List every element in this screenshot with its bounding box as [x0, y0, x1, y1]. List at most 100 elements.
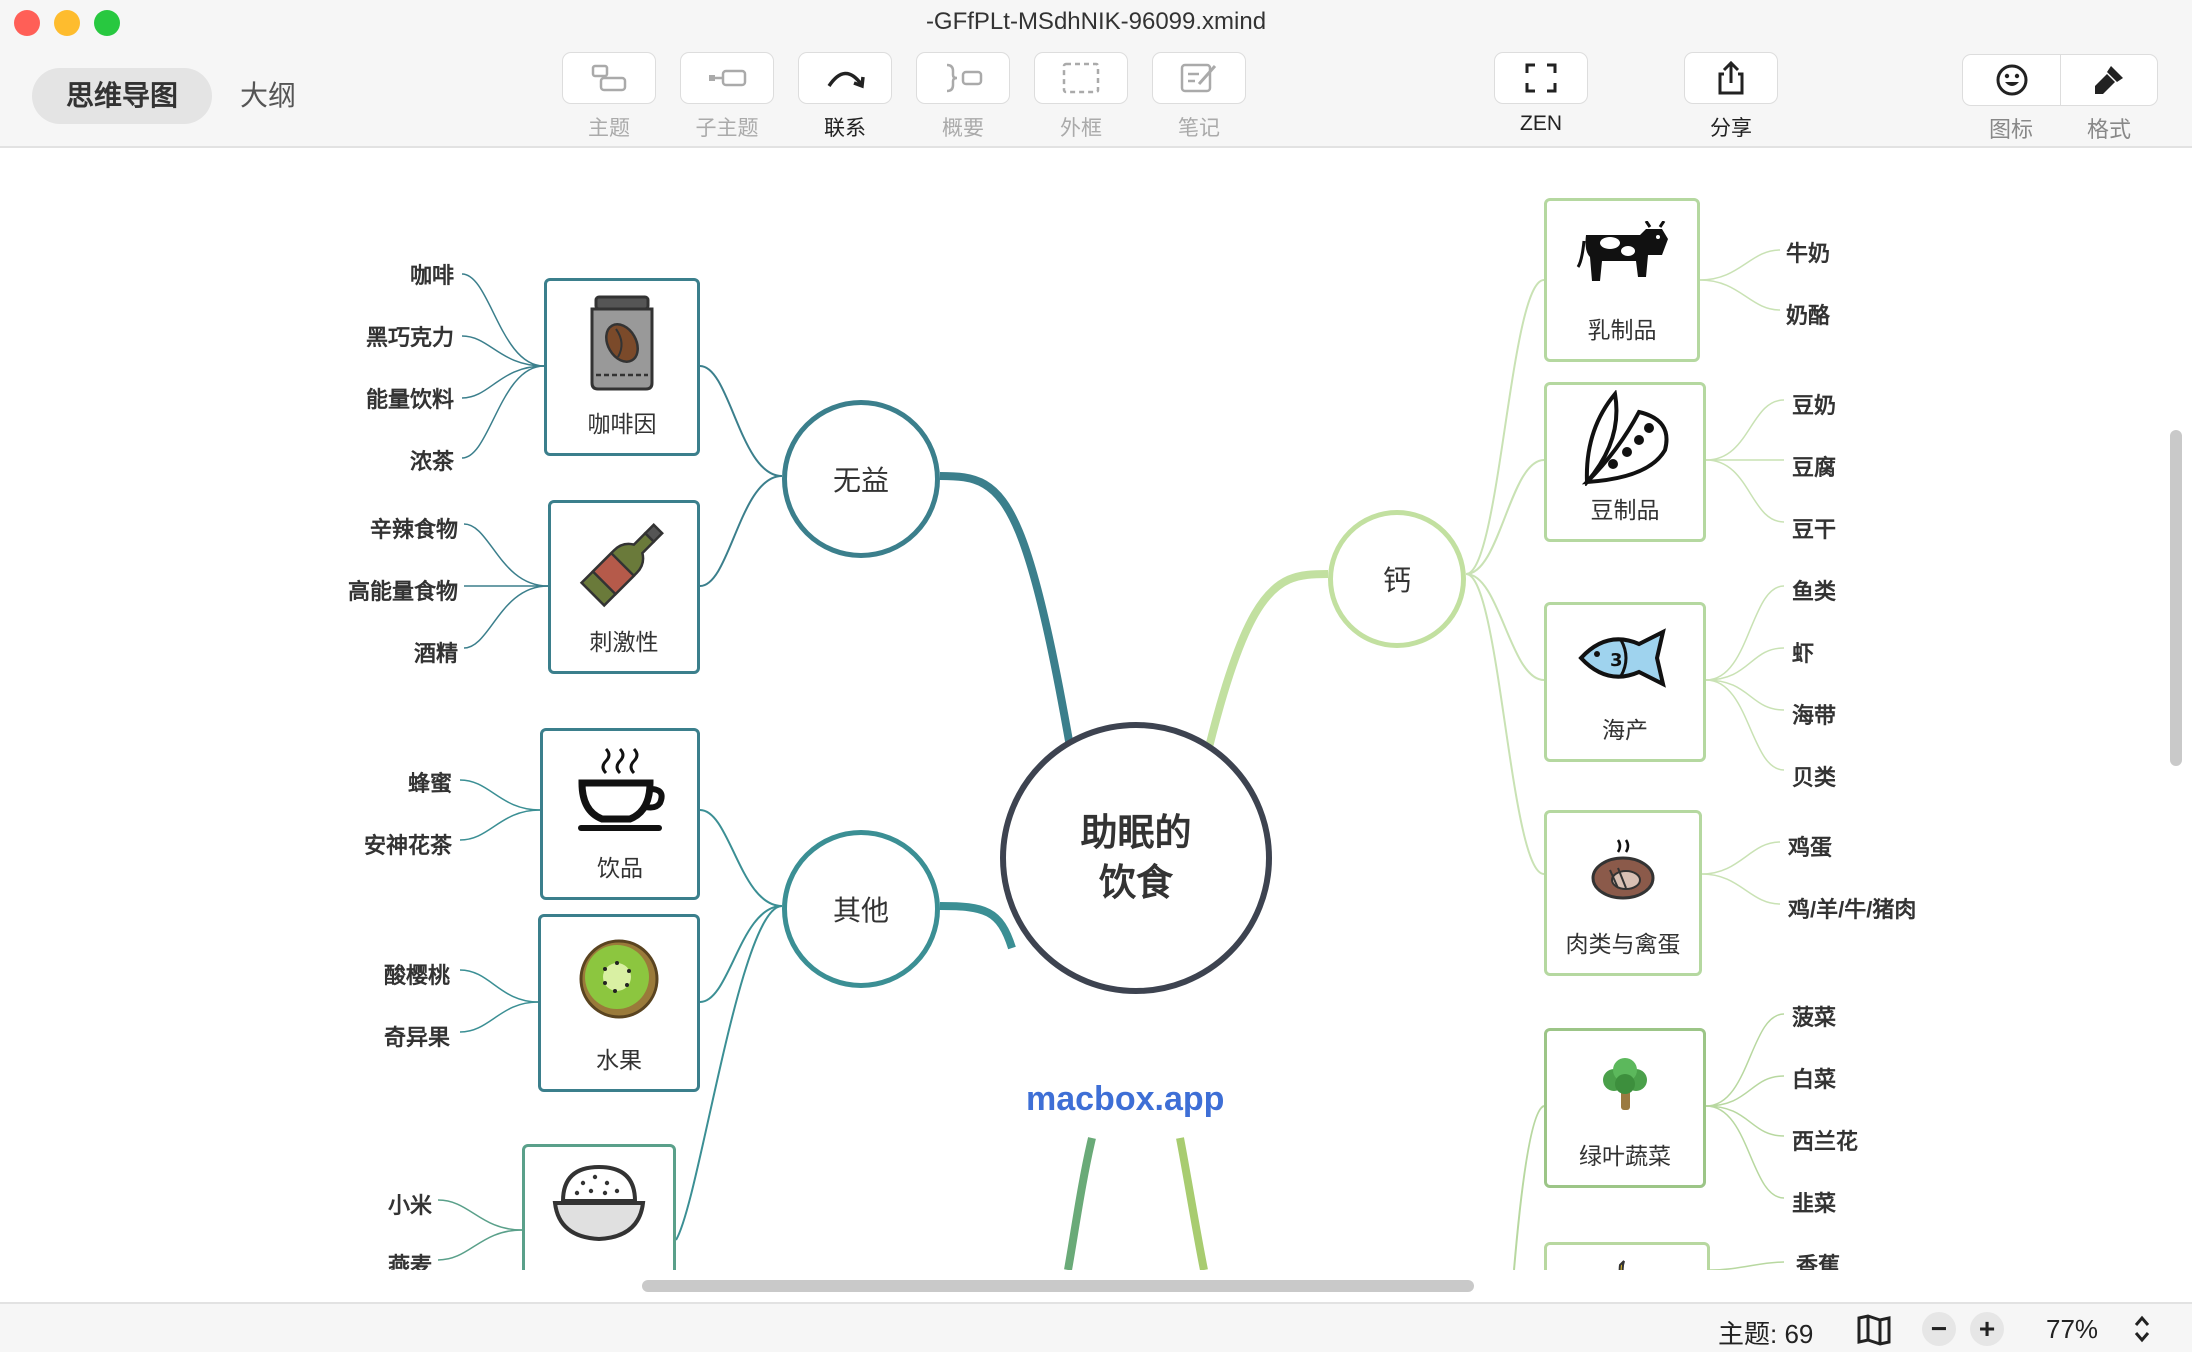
hot-cup-icon — [578, 747, 665, 831]
leaf-milk[interactable]: 牛奶 — [1786, 236, 1830, 268]
cow-icon — [1576, 221, 1668, 281]
summary-tool[interactable]: 概要 — [916, 52, 1010, 142]
topic-dairy[interactable]: 乳制品 — [1544, 198, 1700, 362]
zoom-stepper-icon[interactable] — [2132, 1312, 2152, 1346]
zoom-in-button[interactable]: + — [1970, 1312, 2004, 1346]
paintbrush-icon — [2095, 66, 2123, 94]
topic-seafood[interactable]: 3 海产 — [1544, 602, 1706, 762]
zen-tool[interactable]: ZEN — [1494, 52, 1588, 136]
topic-caffeine-label: 咖啡因 — [587, 411, 657, 437]
branch-calcium[interactable]: 钙 — [1328, 510, 1466, 648]
boundary-label: 外框 — [1060, 117, 1102, 140]
leaf-eggs[interactable]: 鸡蛋 — [1788, 830, 1832, 862]
leaf-oats[interactable]: 燕麦 — [374, 1248, 432, 1270]
fullscreen-icon — [1525, 63, 1557, 93]
leaf-high-energy-food[interactable]: 高能量食物 — [326, 574, 458, 606]
status-bar: 主题: 69 − + 77% — [0, 1302, 2192, 1352]
leaf-alcohol[interactable]: 酒精 — [400, 636, 458, 668]
relation-label: 联系 — [824, 117, 866, 140]
share-icon — [1718, 60, 1744, 95]
watermark: macbox.app — [1026, 1080, 1225, 1118]
leaf-meats[interactable]: 鸡/羊/牛/猪肉 — [1788, 892, 1916, 924]
subtopic-tool[interactable]: 子主题 — [680, 52, 774, 142]
leaf-broccoli[interactable]: 西兰花 — [1792, 1124, 1858, 1156]
topic-banana[interactable] — [1544, 1242, 1710, 1270]
leaf-fish[interactable]: 鱼类 — [1792, 574, 1836, 606]
leaf-tofu[interactable]: 豆腐 — [1792, 450, 1836, 482]
topic-button[interactable] — [562, 52, 656, 104]
wine-bottle-icon — [579, 523, 664, 608]
leaf-energy-drink[interactable]: 能量饮料 — [350, 382, 454, 414]
tab-mindmap[interactable]: 思维导图 — [32, 68, 213, 124]
central-topic[interactable]: 助眠的 饮食 — [1000, 722, 1272, 994]
app-window: -GFfPLt-MSdhNIK-96099.xmind 思维导图 大纲 主题 子… — [0, 0, 2192, 1352]
leaf-kelp[interactable]: 海带 — [1792, 698, 1836, 730]
icon-panel-button[interactable] — [1963, 55, 2060, 105]
zoom-out-button[interactable]: − — [1922, 1312, 1956, 1346]
leaf-shrimp[interactable]: 虾 — [1792, 636, 1814, 668]
topic-meat-eggs[interactable]: 肉类与禽蛋 — [1544, 810, 1702, 976]
summary-button[interactable] — [916, 52, 1010, 104]
zen-label: ZEN — [1520, 112, 1562, 135]
topic-fruit[interactable]: 水果 — [538, 914, 700, 1092]
leaf-dark-chocolate[interactable]: 黑巧克力 — [350, 320, 454, 352]
icon-format-group — [1962, 54, 2158, 106]
note-button[interactable] — [1152, 52, 1246, 104]
topic-leafy-greens-label: 绿叶蔬菜 — [1579, 1143, 1671, 1169]
leaf-cheese[interactable]: 奶酪 — [1786, 298, 1830, 330]
subtopic-icon — [709, 69, 747, 87]
summary-label: 概要 — [942, 117, 984, 140]
leaf-banana[interactable]: 香蕉 — [1796, 1248, 1840, 1270]
leaf-honey[interactable]: 蜂蜜 — [390, 766, 452, 798]
leaf-millet[interactable]: 小米 — [374, 1188, 432, 1220]
leaf-dried-tofu[interactable]: 豆干 — [1792, 512, 1836, 544]
subtopic-button[interactable] — [680, 52, 774, 104]
topic-grain[interactable] — [522, 1144, 676, 1270]
boundary-button[interactable] — [1034, 52, 1128, 104]
zen-button[interactable] — [1494, 52, 1588, 104]
central-topic-line1: 助眠的 — [1080, 812, 1192, 853]
topic-soy[interactable]: 豆制品 — [1544, 382, 1706, 542]
topic-count: 主题: 69 — [1718, 1319, 1814, 1349]
kiwi-icon — [579, 939, 659, 1019]
topic-leafy-greens[interactable]: 绿叶蔬菜 — [1544, 1028, 1706, 1188]
leaf-coffee[interactable]: 咖啡 — [392, 258, 454, 290]
share-label: 分享 — [1710, 117, 1752, 140]
central-topic-line2: 饮食 — [1099, 862, 1173, 903]
branch-useless[interactable]: 无益 — [782, 400, 940, 558]
leaf-chives[interactable]: 韭菜 — [1792, 1186, 1836, 1218]
format-label: 格式 — [2086, 117, 2131, 142]
note-pencil-icon — [1180, 63, 1217, 93]
mindmap-canvas[interactable]: 助眠的 饮食 无益 其他 钙 咖啡因 咖啡 黑巧克力 能量饮料 浓茶 刺激性 辛… — [0, 150, 2192, 1270]
horizontal-scrollbar[interactable] — [642, 1280, 1474, 1292]
leaf-sour-cherry[interactable]: 酸樱桃 — [362, 958, 450, 990]
relation-tool[interactable]: 联系 — [798, 52, 892, 142]
leaf-cabbage[interactable]: 白菜 — [1792, 1062, 1836, 1094]
share-tool[interactable]: 分享 — [1684, 52, 1778, 142]
leaf-calming-tea[interactable]: 安神花茶 — [340, 828, 452, 860]
leaf-soymilk[interactable]: 豆奶 — [1792, 388, 1836, 420]
topic-caffeine[interactable]: 咖啡因 — [544, 278, 700, 456]
leaf-kiwi[interactable]: 奇异果 — [362, 1020, 450, 1052]
leaf-spicy-food[interactable]: 辛辣食物 — [350, 512, 458, 544]
relation-button[interactable] — [798, 52, 892, 104]
share-button[interactable] — [1684, 52, 1778, 104]
boundary-tool[interactable]: 外框 — [1034, 52, 1128, 142]
leaf-spinach[interactable]: 菠菜 — [1792, 1000, 1836, 1032]
leaf-shellfish[interactable]: 贝类 — [1792, 760, 1836, 792]
topic-label: 主题 — [588, 117, 630, 140]
tab-outline[interactable]: 大纲 — [206, 68, 330, 124]
topic-stimulant[interactable]: 刺激性 — [548, 500, 700, 674]
topic-tool[interactable]: 主题 — [562, 52, 656, 142]
zoom-level[interactable]: 77% — [2046, 1314, 2098, 1345]
fish-icon: 3 — [1578, 628, 1666, 688]
format-panel-button[interactable] — [2060, 55, 2157, 105]
branch-other[interactable]: 其他 — [782, 830, 940, 988]
map-book-icon[interactable] — [1856, 1314, 1892, 1346]
leaf-strong-tea[interactable]: 浓茶 — [392, 444, 454, 476]
topic-drinks[interactable]: 饮品 — [540, 728, 700, 900]
vertical-scrollbar[interactable] — [2170, 430, 2182, 766]
note-tool[interactable]: 笔记 — [1152, 52, 1246, 142]
icon-label: 图标 — [1988, 117, 2033, 142]
topic-soy-label: 豆制品 — [1590, 497, 1660, 523]
